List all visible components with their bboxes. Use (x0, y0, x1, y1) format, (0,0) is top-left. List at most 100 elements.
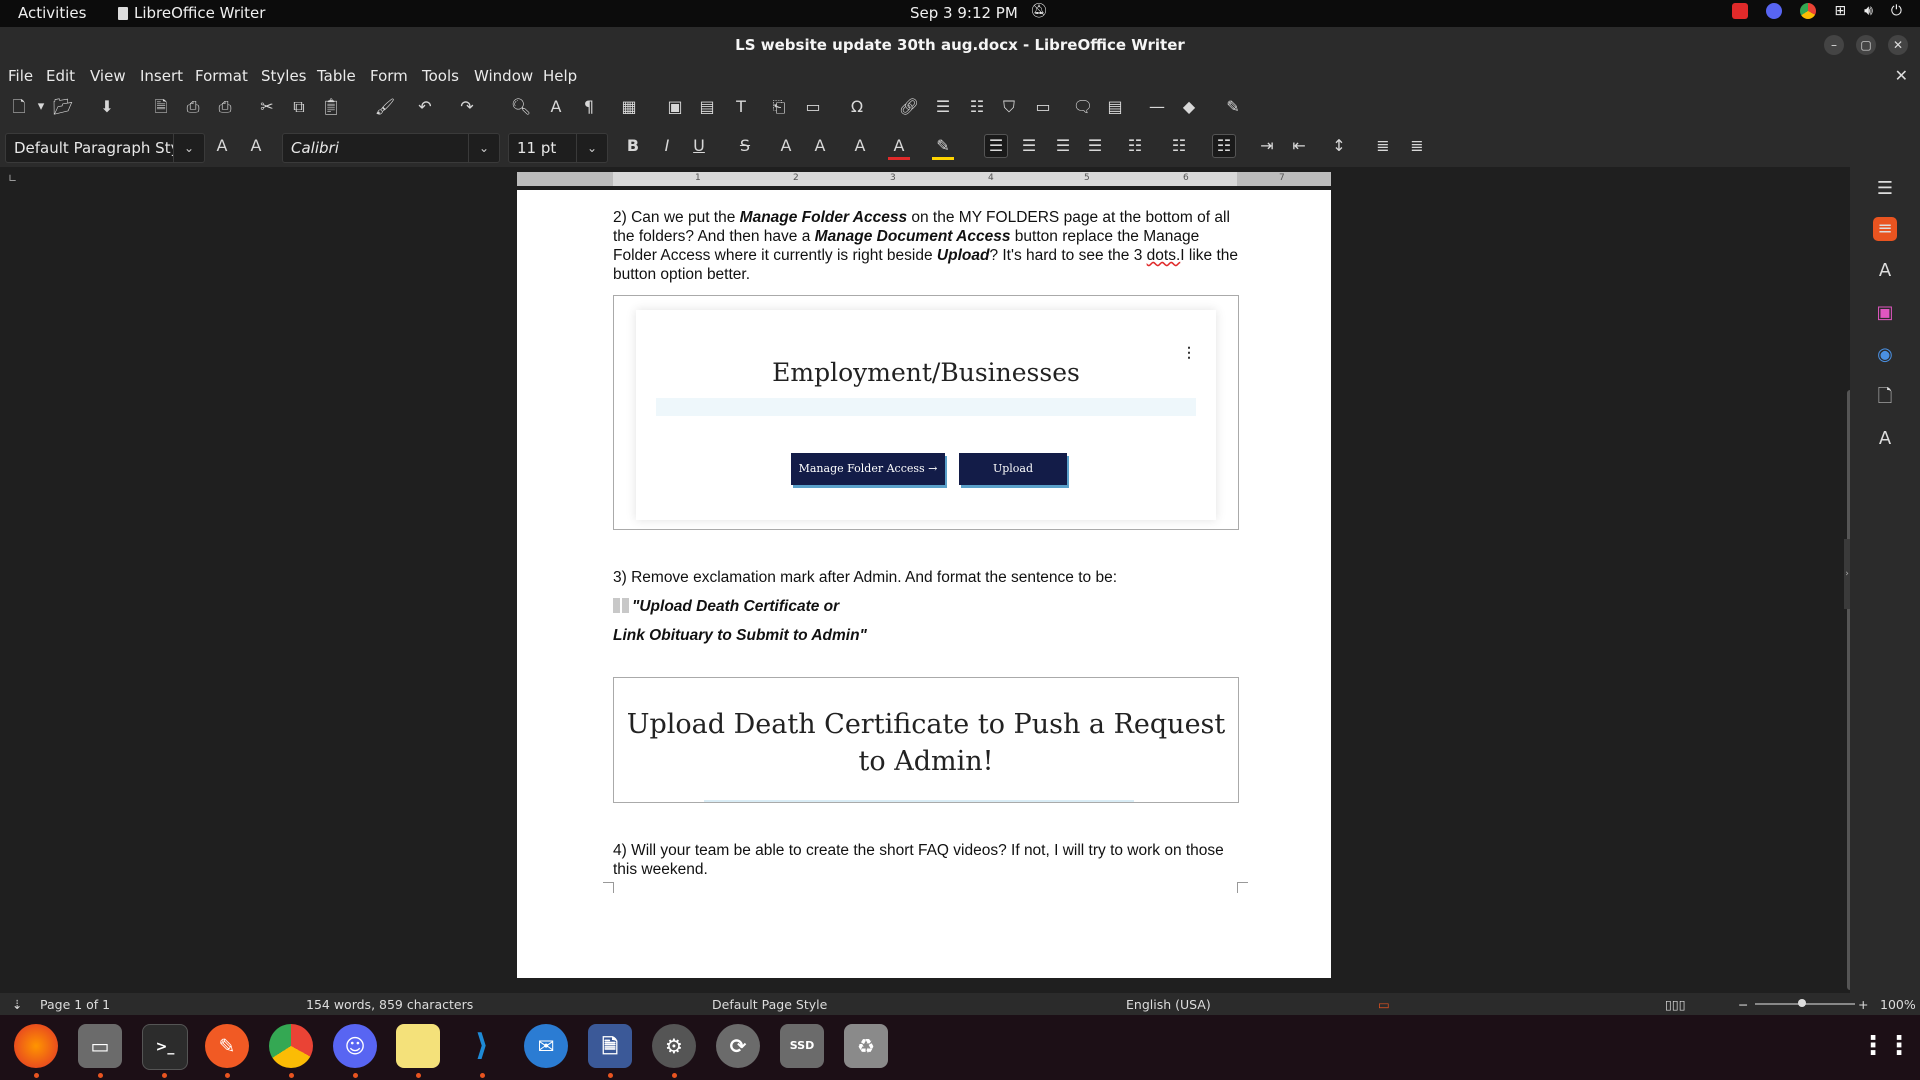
menu-table[interactable]: Table (317, 67, 356, 85)
track-changes-icon[interactable]: ▤ (1104, 96, 1126, 118)
align-center-icon[interactable]: ☰ (1018, 135, 1040, 157)
font-size-combo[interactable]: 11 pt ⌄ (508, 133, 608, 163)
justify-icon[interactable]: ☰ (1084, 135, 1106, 157)
language[interactable]: English (USA) (1126, 997, 1211, 1012)
subscript-icon[interactable]: A (809, 135, 831, 157)
cut-icon[interactable]: ✂ (256, 96, 278, 118)
ssd-drive-icon[interactable]: SSD (780, 1024, 824, 1068)
zoom-out-icon[interactable]: − (1738, 997, 1748, 1012)
insert-line-icon[interactable]: — (1146, 96, 1168, 118)
discord-icon[interactable]: ☺ (333, 1024, 377, 1068)
chevron-down-icon[interactable]: ⌄ (468, 134, 499, 162)
open-icon[interactable]: 📂︎ (52, 96, 74, 118)
zoom-in-icon[interactable]: + (1858, 997, 1868, 1012)
find-replace-icon[interactable]: 🔍︎ (510, 96, 532, 118)
volume-icon[interactable]: 🔊︎ (1864, 3, 1873, 19)
insert-textbox-icon[interactable]: T (730, 96, 752, 118)
menu-insert[interactable]: Insert (140, 67, 183, 85)
highlight-icon[interactable]: ✎ (932, 135, 954, 160)
view-layout-icon[interactable]: ▯▯▯ (1665, 997, 1686, 1012)
undo-icon[interactable]: ↶ (414, 96, 436, 118)
discord-tray-icon[interactable] (1766, 3, 1783, 19)
print-preview-icon[interactable]: ⎙ (214, 96, 236, 118)
zoom-level[interactable]: 100% (1880, 997, 1916, 1012)
align-right-icon[interactable]: ☰ (1052, 135, 1074, 157)
navigator-icon[interactable]: ◉ (1873, 343, 1897, 367)
vscode-icon[interactable]: ⟩ (460, 1024, 504, 1068)
menu-edit[interactable]: Edit (46, 67, 75, 85)
formatting-marks-icon[interactable]: ¶ (578, 96, 600, 118)
paste-icon[interactable]: 📋︎ (320, 96, 342, 118)
unordered-list-icon[interactable]: ☷ (1124, 135, 1146, 157)
settings-icon[interactable]: ⚙ (652, 1024, 696, 1068)
chevron-down-icon[interactable]: ⌄ (576, 134, 607, 162)
anydesk-tray-icon[interactable] (1732, 3, 1749, 19)
hyperlink-icon[interactable]: 🔗︎ (898, 96, 920, 118)
embedded-image-employment[interactable]: ⋮ Employment/Businesses Manage Folder Ac… (613, 295, 1239, 530)
draw-icon[interactable]: ✎ (1222, 96, 1244, 118)
properties-icon[interactable]: ≡ (1873, 217, 1897, 241)
special-character-icon[interactable]: Ω (846, 96, 868, 118)
font-name-combo[interactable]: Calibri ⌄ (282, 133, 500, 163)
chrome-icon[interactable] (269, 1024, 313, 1068)
footnote-icon[interactable]: ☰ (932, 96, 954, 118)
superscript-icon[interactable]: A (775, 135, 797, 157)
document-modified-icon[interactable]: ▭ (1378, 997, 1390, 1012)
comment-icon[interactable]: 🗨︎ (1072, 96, 1094, 118)
redo-icon[interactable]: ↷ (456, 96, 478, 118)
basic-shapes-icon[interactable]: ◆ (1178, 96, 1200, 118)
power-icon[interactable]: ⏻ (1891, 3, 1902, 19)
spelling-icon[interactable]: A (545, 96, 567, 118)
horizontal-ruler[interactable]: 1 2 3 4 5 6 7 (517, 172, 1331, 186)
firefox-icon[interactable] (14, 1024, 58, 1068)
italic-icon[interactable]: I (656, 135, 678, 157)
align-left-icon[interactable]: ☰ (984, 134, 1008, 158)
paragraph-3-quote-line2[interactable]: Link Obituary to Submit to Admin" (613, 626, 1243, 645)
document-page[interactable]: 2) Can we put the Manage Folder Access o… (517, 190, 1331, 978)
maximize-icon[interactable]: ▢ (1856, 35, 1876, 55)
paragraph-3[interactable]: 3) Remove exclamation mark after Admin. … (613, 568, 1243, 587)
paragraph-4[interactable]: 4) Will your team be able to create the … (613, 841, 1243, 879)
line-spacing-icon[interactable]: ↕ (1328, 135, 1350, 157)
outline-list-icon[interactable]: ☷ (1212, 134, 1236, 158)
files-icon[interactable]: ▭ (78, 1024, 122, 1068)
page-count[interactable]: Page 1 of 1 (40, 997, 110, 1012)
paragraph-3-quote-line1[interactable]: "Upload Death Certificate or (613, 597, 1243, 616)
bookmark-icon[interactable]: ⛉ (998, 96, 1020, 118)
decrease-paragraph-spacing-icon[interactable]: ≣ (1406, 135, 1428, 157)
cross-reference-icon[interactable]: ▭ (1032, 96, 1054, 118)
page-icon[interactable]: 🗋 (1873, 385, 1897, 409)
ordered-list-icon[interactable]: ☷ (1168, 135, 1190, 157)
show-apps-icon[interactable]: ⋮⋮ (1860, 1024, 1912, 1068)
page-style[interactable]: Default Page Style (712, 997, 827, 1012)
styles-icon[interactable]: A (1873, 259, 1897, 283)
underline-icon[interactable]: U (688, 135, 710, 157)
insert-chart-icon[interactable]: ▤ (696, 96, 718, 118)
decrease-indent-icon[interactable]: ⇤ (1288, 135, 1310, 157)
clock[interactable]: Sep 3 9:12 PM (910, 4, 1018, 22)
chevron-down-icon[interactable]: ⌄ (173, 134, 204, 162)
menu-format[interactable]: Format (195, 67, 248, 85)
app-menu[interactable]: LibreOffice Writer (118, 4, 265, 22)
embedded-image-upload-death-certificate[interactable]: Upload Death Certificate to Push a Reque… (613, 677, 1239, 803)
strikethrough-icon[interactable]: S (734, 135, 756, 157)
minimize-icon[interactable]: – (1824, 35, 1844, 55)
sticky-notes-icon[interactable] (396, 1024, 440, 1068)
close-icon[interactable]: ✕ (1888, 35, 1908, 55)
insert-table-icon[interactable]: ▦ (618, 96, 640, 118)
insert-image-icon[interactable]: ▣ (664, 96, 686, 118)
save-icon[interactable]: ⬇ (96, 96, 118, 118)
new-document-icon[interactable]: 🗋 (8, 96, 30, 118)
trash-icon[interactable]: ♻ (844, 1024, 888, 1068)
postman-icon[interactable]: ✎ (205, 1024, 249, 1068)
libreoffice-writer-icon[interactable]: 🗎 (588, 1024, 632, 1068)
new-style-icon[interactable]: A (245, 135, 267, 157)
copy-icon[interactable]: ⧉ (288, 96, 310, 118)
close-document-icon[interactable]: ✕ (1895, 66, 1908, 85)
network-icon[interactable]: ⊞ (1834, 3, 1846, 19)
page-break-icon[interactable]: ⎗ (768, 96, 790, 118)
sidebar-menu-icon[interactable]: ☰ (1873, 177, 1897, 201)
paragraph-2[interactable]: 2) Can we put the Manage Folder Access o… (613, 208, 1243, 284)
clone-formatting-icon[interactable]: 🖌︎ (374, 96, 396, 118)
font-color-icon[interactable]: A (888, 135, 910, 160)
